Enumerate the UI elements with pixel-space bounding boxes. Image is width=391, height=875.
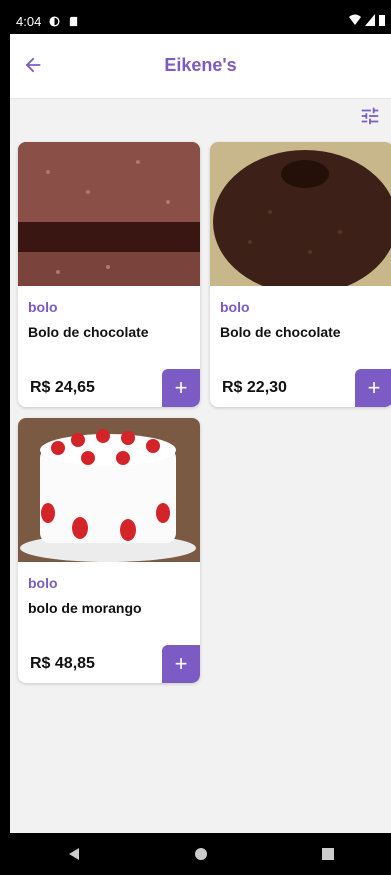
product-card[interactable]: bolo bolo de morango R$ 48,85 + [18, 418, 200, 683]
product-name: Bolo de chocolate [220, 324, 341, 340]
add-to-cart-button[interactable]: + [162, 645, 200, 683]
signal-icon [365, 14, 375, 26]
app-screen: 4:04 Eikene's bolo Bolo de chocolate R$ … [10, 8, 391, 875]
nav-home-button[interactable] [181, 834, 221, 874]
chocolate-bundt-cake-image [210, 142, 391, 286]
app-notification-icon [49, 15, 60, 27]
app-bar: Eikene's [10, 34, 391, 99]
product-category: bolo [28, 575, 58, 591]
product-category: bolo [220, 299, 250, 315]
strawberry-cake-image [18, 418, 200, 562]
product-name: bolo de morango [28, 600, 142, 616]
circle-home-icon [194, 848, 207, 860]
chocolate-cake-image [18, 142, 200, 286]
product-card[interactable]: bolo Bolo de chocolate R$ 24,65 + [18, 142, 200, 407]
product-price: R$ 24,65 [30, 379, 95, 396]
status-indicators [349, 14, 385, 26]
add-to-cart-button[interactable]: + [162, 369, 200, 407]
wifi-icon [349, 14, 361, 25]
sd-card-icon [70, 16, 78, 26]
square-recents-icon [321, 848, 334, 860]
system-nav-bar [10, 833, 391, 875]
battery-icon [379, 15, 385, 26]
triangle-back-icon [68, 848, 79, 860]
nav-back-button[interactable] [54, 834, 94, 874]
product-price: R$ 22,30 [222, 379, 287, 396]
tune-icon [361, 107, 379, 125]
product-category: bolo [28, 299, 58, 315]
add-to-cart-button[interactable]: + [355, 369, 391, 407]
status-bar: 4:04 [10, 8, 391, 34]
status-time: 4:04 [16, 13, 42, 29]
product-card[interactable]: bolo Bolo de chocolate R$ 22,30 + [210, 142, 391, 407]
product-price: R$ 48,85 [30, 655, 95, 672]
product-name: Bolo de chocolate [28, 324, 149, 340]
nav-recents-button[interactable] [308, 834, 348, 874]
filter-button[interactable] [359, 105, 383, 129]
page-title: Eikene's [164, 55, 237, 75]
